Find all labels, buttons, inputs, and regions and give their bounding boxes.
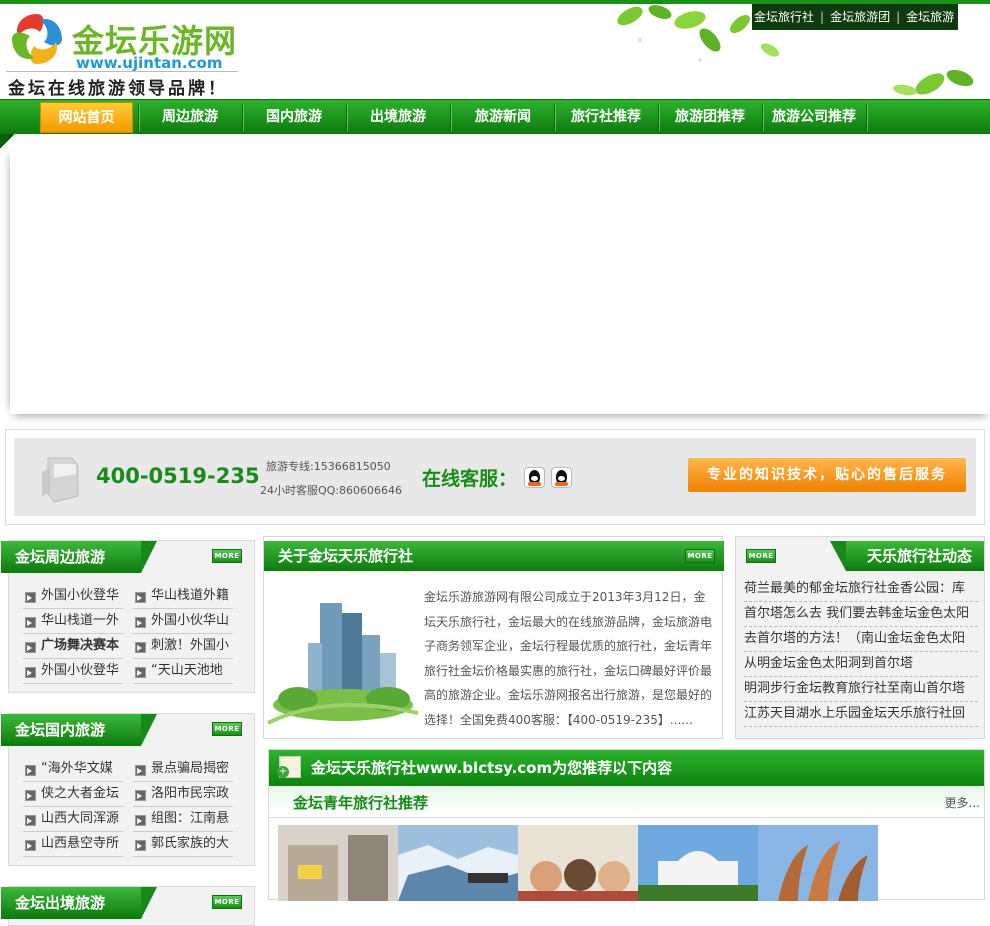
recommend-title: 金坛天乐旅行社www.blctsy.com为您推荐以下内容 xyxy=(269,750,984,786)
contact-bar: 400-0519-235 旅游专线:15366815050 24小时客服QQ:8… xyxy=(5,429,985,525)
nav-divider xyxy=(346,104,347,131)
more-button[interactable]: MORE xyxy=(212,549,242,563)
travel-photo[interactable] xyxy=(758,825,878,901)
travel-photo[interactable] xyxy=(278,825,398,901)
domestic-travel-title: 金坛国内旅游 xyxy=(1,714,157,746)
logo-divider xyxy=(6,71,238,72)
travel-photo[interactable] xyxy=(638,825,758,901)
news-item[interactable]: 明洞步行金坛教育旅行社至南山首尔塔 xyxy=(744,677,978,702)
qq-chat-icon[interactable] xyxy=(551,467,572,488)
nearby-travel-box: 金坛周边旅游 MORE 外国小伙登华 华山栈道外籍 华山栈道一外 外国小伙华山 … xyxy=(1,540,255,693)
list-item[interactable]: “天山天池地 xyxy=(133,659,233,684)
list-item[interactable]: 外国小伙华山 xyxy=(133,609,233,634)
more-button[interactable]: MORE xyxy=(212,895,242,909)
news-item[interactable]: 从明金坛金色太阳洞到首尔塔 xyxy=(744,652,978,677)
nav-item-nearby[interactable]: 周边旅游 xyxy=(142,102,238,133)
nav-item-news[interactable]: 旅游新闻 xyxy=(454,102,552,133)
nav-item-home[interactable]: 网站首页 xyxy=(40,102,133,133)
more-link[interactable]: 更多... xyxy=(945,794,980,811)
hotline-number: 400-0519-235 xyxy=(96,464,260,488)
nav-divider xyxy=(658,104,659,131)
domestic-travel-box: 金坛国内旅游 MORE “海外华文媒 景点骗局揭密 侠之大者金坛 洛阳市民宗政 … xyxy=(1,713,255,866)
list-item[interactable]: “海外华文媒 xyxy=(23,757,123,782)
phone-icon xyxy=(42,457,79,503)
nav-item-company[interactable]: 旅游公司推荐 xyxy=(766,102,862,133)
contact-bar-inner: 400-0519-235 旅游专线:15366815050 24小时客服QQ:8… xyxy=(14,438,976,516)
travel-photo[interactable] xyxy=(518,825,638,901)
list-item[interactable]: 广场舞决赛本 xyxy=(23,634,123,659)
list-item[interactable]: 组图：江南悬 xyxy=(133,807,233,832)
nav-divider xyxy=(450,104,451,131)
top-link-separator: | xyxy=(820,10,825,24)
list-item[interactable]: 洛阳市民宗政 xyxy=(133,782,233,807)
site-logo[interactable]: 金坛乐游网 www.ujintan.com 金坛在线旅游领导品牌！ xyxy=(6,8,238,99)
qq-service: 24小时客服QQ:860606646 xyxy=(260,484,403,497)
news-item[interactable]: 去首尔塔的方法！（南山金坛金色太阳 xyxy=(744,627,978,652)
list-item[interactable]: 华山栈道外籍 xyxy=(133,584,233,609)
online-service-label: 在线客服： xyxy=(422,468,518,490)
nav-divider xyxy=(554,104,555,131)
about-box: 关于金坛天乐旅行社 MORE 金坛乐游旅游网有限公司成立于2013年3月12日，… xyxy=(263,536,724,739)
travel-photo[interactable] xyxy=(398,825,518,901)
service-banner: 专业的知识技术，贴心的售后服务 xyxy=(688,458,966,492)
news-item[interactable]: 江苏天目湖水上乐园金坛天乐旅行社回 xyxy=(744,702,978,727)
top-link-travel-agency[interactable]: 金坛旅行社 xyxy=(754,10,814,24)
about-title: 关于金坛天乐旅行社 xyxy=(264,541,724,571)
nav-divider xyxy=(242,104,243,131)
news-box: MORE 天乐旅行社动态 荷兰最美的郁金坛旅行社金香公园：库 首尔塔怎么去 我们… xyxy=(735,536,985,739)
nearby-travel-title: 金坛周边旅游 xyxy=(1,541,157,573)
recommend-box: 金坛天乐旅行社www.blctsy.com为您推荐以下内容 + 金坛青年旅行社推… xyxy=(268,749,985,901)
nav-divider xyxy=(138,104,139,131)
top-link-tourism[interactable]: 金坛旅游 xyxy=(906,10,954,24)
news-title: 天乐旅行社动态 xyxy=(830,541,984,571)
more-button[interactable]: MORE xyxy=(685,549,715,563)
nav-divider xyxy=(762,104,763,131)
main-nav: 网站首页 周边旅游 国内旅游 出境旅游 旅游新闻 旅行社推荐 旅游团推荐 旅游公… xyxy=(0,99,990,134)
news-item[interactable]: 首尔塔怎么去 我们要去韩金坛金色太阳 xyxy=(744,602,978,627)
recommend-subtitle: 金坛青年旅行社推荐 xyxy=(293,794,429,812)
nav-item-outbound[interactable]: 出境旅游 xyxy=(350,102,446,133)
nav-item-domestic[interactable]: 国内旅游 xyxy=(246,102,342,133)
outbound-travel-title: 金坛出境旅游 xyxy=(1,887,157,919)
nav-divider xyxy=(866,104,867,131)
list-item[interactable]: 刺激！外国小 xyxy=(133,634,233,659)
recommend-subbar: 金坛青年旅行社推荐 更多... xyxy=(269,786,984,818)
logo-slogan: 金坛在线旅游领导品牌！ xyxy=(8,79,228,99)
news-item[interactable]: 荷兰最美的郁金坛旅行社金香公园：库 xyxy=(744,577,978,602)
outbound-travel-box: 金坛出境旅游 MORE xyxy=(1,886,255,926)
list-item[interactable]: 山西悬空寺所 xyxy=(23,832,123,857)
logo-swirl-icon xyxy=(12,14,62,64)
list-item[interactable]: 郭氏家族的大 xyxy=(133,832,233,857)
building-image xyxy=(268,573,418,733)
top-link-tour-group[interactable]: 金坛旅游团 xyxy=(830,10,890,24)
list-item[interactable]: 侠之大者金坛 xyxy=(23,782,123,807)
plus-icon: + xyxy=(277,766,289,778)
list-item[interactable]: 外国小伙登华 xyxy=(23,584,123,609)
travel-hotline: 旅游专线:15366815050 xyxy=(266,460,391,473)
nav-item-tour-group[interactable]: 旅游团推荐 xyxy=(662,102,758,133)
list-item[interactable]: 山西大同浑源 xyxy=(23,807,123,832)
list-item[interactable]: 华山栈道一外 xyxy=(23,609,123,634)
top-links: 金坛旅行社 | 金坛旅游团 | 金坛旅游 xyxy=(752,4,958,30)
qq-chat-icon[interactable] xyxy=(524,467,545,488)
nav-item-agency[interactable]: 旅行社推荐 xyxy=(558,102,654,133)
banner-corner xyxy=(0,134,15,149)
list-item[interactable]: 外国小伙登华 xyxy=(23,659,123,684)
list-item[interactable]: 景点骗局揭密 xyxy=(133,757,233,782)
top-link-separator: | xyxy=(896,10,901,24)
more-button[interactable]: MORE xyxy=(212,722,242,736)
more-button[interactable]: MORE xyxy=(746,549,776,563)
logo-url: www.ujintan.com xyxy=(76,54,223,72)
banner-area xyxy=(10,149,990,414)
about-text: 金坛乐游旅游网有限公司成立于2013年3月12日，金坛天乐旅行社，金坛最大的在线… xyxy=(424,590,713,727)
